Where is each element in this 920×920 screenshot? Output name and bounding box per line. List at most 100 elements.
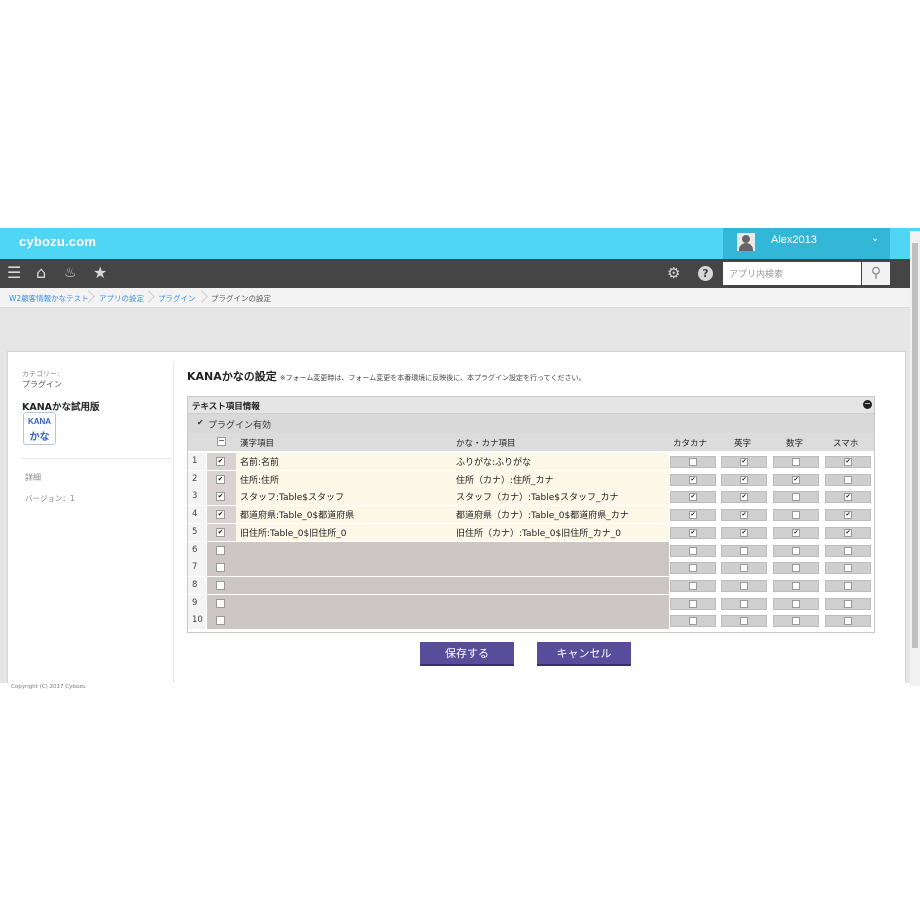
collapse-icon[interactable]: − — [863, 400, 872, 409]
suji-checkbox[interactable]: ✔ — [792, 476, 800, 484]
eiji-checkbox[interactable]: ✔ — [740, 511, 748, 519]
eiji-checkbox[interactable]: ✔ — [740, 458, 748, 466]
smartphone-checkbox[interactable] — [844, 617, 852, 625]
bell-icon[interactable]: ♨ — [64, 265, 77, 281]
smartphone-checkbox[interactable] — [844, 600, 852, 608]
version-text: バージョン：1 — [25, 494, 75, 503]
katakana-checkbox[interactable] — [689, 547, 697, 555]
row-enable-checkbox[interactable]: ✔ — [216, 492, 225, 501]
kanji-field-cell[interactable]: 住所:住所 — [236, 471, 452, 488]
chevron-down-icon[interactable]: ⌄ — [871, 233, 879, 244]
katakana-checkbox[interactable] — [689, 564, 697, 572]
help-icon[interactable]: ? — [698, 266, 713, 281]
home-icon[interactable]: ⌂ — [36, 265, 46, 281]
suji-checkbox[interactable] — [792, 617, 800, 625]
eiji-checkbox[interactable]: ✔ — [740, 529, 748, 537]
search-icon[interactable]: ⚲ — [862, 262, 890, 285]
row-enable-checkbox[interactable]: ✔ — [216, 510, 225, 519]
row-number: 1 — [188, 453, 206, 470]
user-menu[interactable]: Alex2013 ⌄ — [723, 228, 890, 259]
kana-field-cell[interactable]: スタッフ（カナ）:Table$スタッフ_カナ — [452, 488, 669, 505]
kana-field-cell[interactable]: ふりがな:ふりがな — [452, 453, 669, 470]
kana-field-cell[interactable] — [452, 542, 669, 559]
kana-field-cell[interactable] — [452, 559, 669, 576]
katakana-checkbox[interactable] — [689, 582, 697, 590]
kanji-field-cell[interactable] — [236, 612, 452, 629]
smartphone-checkbox[interactable] — [844, 476, 852, 484]
smartphone-option-cell: ✔ — [825, 509, 871, 521]
eiji-checkbox[interactable]: ✔ — [740, 476, 748, 484]
smartphone-checkbox[interactable] — [844, 564, 852, 572]
katakana-checkbox[interactable]: ✔ — [689, 476, 697, 484]
smartphone-checkbox[interactable]: ✔ — [844, 529, 852, 537]
eiji-checkbox[interactable] — [740, 600, 748, 608]
katakana-checkbox[interactable]: ✔ — [689, 511, 697, 519]
kana-field-cell[interactable] — [452, 577, 669, 594]
suji-checkbox[interactable] — [792, 458, 800, 466]
cancel-button[interactable]: キャンセル — [537, 642, 631, 666]
select-all-checkbox[interactable]: − — [217, 437, 226, 446]
kanji-field-cell[interactable]: 旧住所:Table_0$旧住所_0 — [236, 524, 452, 541]
eiji-checkbox[interactable] — [740, 547, 748, 555]
row-enable-checkbox[interactable] — [216, 616, 225, 625]
breadcrumb-app[interactable]: W2顧客情報かなテスト — [9, 293, 89, 304]
suji-checkbox[interactable] — [792, 564, 800, 572]
katakana-checkbox[interactable] — [689, 458, 697, 466]
kanji-field-cell[interactable]: スタッフ:Table$スタッフ — [236, 488, 452, 505]
kana-field-cell[interactable]: 住所（カナ）:住所_カナ — [452, 471, 669, 488]
row-enable-checkbox[interactable] — [216, 599, 225, 608]
kana-field-cell[interactable] — [452, 595, 669, 612]
kanji-field-cell[interactable]: 名前:名前 — [236, 453, 452, 470]
kana-field-cell[interactable] — [452, 612, 669, 629]
suji-checkbox[interactable] — [792, 511, 800, 519]
suji-checkbox[interactable] — [792, 493, 800, 501]
detail-link[interactable]: 詳細 — [25, 472, 41, 483]
suji-checkbox[interactable] — [792, 600, 800, 608]
row-enable-checkbox[interactable] — [216, 581, 225, 590]
kanji-field-cell[interactable] — [236, 542, 452, 559]
smartphone-checkbox[interactable] — [844, 547, 852, 555]
kana-field-cell[interactable]: 旧住所（カナ）:Table_0$旧住所_カナ_0 — [452, 524, 669, 541]
eiji-checkbox[interactable] — [740, 582, 748, 590]
smartphone-checkbox[interactable]: ✔ — [844, 511, 852, 519]
breadcrumb-separator-icon — [144, 289, 152, 305]
suji-checkbox[interactable] — [792, 582, 800, 590]
menu-icon[interactable]: ☰ — [7, 265, 21, 281]
gear-icon[interactable]: ⚙ — [667, 265, 680, 281]
suji-checkbox[interactable] — [792, 547, 800, 555]
kanji-field-cell[interactable] — [236, 577, 452, 594]
breadcrumb-app-settings[interactable]: アプリの設定 — [99, 293, 144, 304]
eiji-checkbox[interactable]: ✔ — [740, 493, 748, 501]
app-search-input[interactable]: アプリ内検索 — [723, 262, 861, 285]
smartphone-checkbox[interactable]: ✔ — [844, 458, 852, 466]
sidebar-divider — [22, 458, 172, 459]
kanji-field-cell[interactable] — [236, 595, 452, 612]
scrollbar-thumb[interactable] — [912, 243, 918, 648]
smartphone-checkbox[interactable] — [844, 582, 852, 590]
row-enable-checkbox[interactable]: ✔ — [216, 528, 225, 537]
katakana-checkbox[interactable]: ✔ — [689, 529, 697, 537]
eiji-checkbox[interactable] — [740, 617, 748, 625]
kanji-field-cell[interactable] — [236, 559, 452, 576]
katakana-checkbox[interactable]: ✔ — [689, 493, 697, 501]
kana-field-cell[interactable]: 都道府県（カナ）:Table_0$都道府県_カナ — [452, 506, 669, 523]
row-enable-checkbox[interactable] — [216, 563, 225, 572]
kanji-field-cell[interactable]: 都道府県:Table_0$都道府県 — [236, 506, 452, 523]
eiji-checkbox[interactable] — [740, 564, 748, 572]
plugin-enable-checkbox[interactable]: ✔ — [197, 418, 204, 427]
katakana-checkbox[interactable] — [689, 600, 697, 608]
row-enable-checkbox[interactable]: ✔ — [216, 457, 225, 466]
breadcrumb-plugins[interactable]: プラグイン — [158, 293, 196, 304]
suji-checkbox[interactable]: ✔ — [792, 529, 800, 537]
page-title: KANAかなの設定 ※フォーム変更時は、フォーム変更を本番環境に反映後に、本プラグ… — [187, 368, 585, 384]
katakana-checkbox[interactable] — [689, 617, 697, 625]
table-row: 5 ✔ 旧住所:Table_0$旧住所_0 旧住所（カナ）:Table_0$旧住所_カ… — [188, 524, 874, 541]
row-number: 9 — [188, 595, 206, 612]
suji-option-cell: ✔ — [773, 474, 819, 486]
cybozu-logo[interactable]: cybozu.com — [19, 234, 96, 249]
star-icon[interactable]: ★ — [93, 265, 107, 281]
row-enable-checkbox[interactable] — [216, 546, 225, 555]
save-button[interactable]: 保存する — [420, 642, 514, 666]
smartphone-checkbox[interactable]: ✔ — [844, 493, 852, 501]
row-enable-checkbox[interactable]: ✔ — [216, 475, 225, 484]
